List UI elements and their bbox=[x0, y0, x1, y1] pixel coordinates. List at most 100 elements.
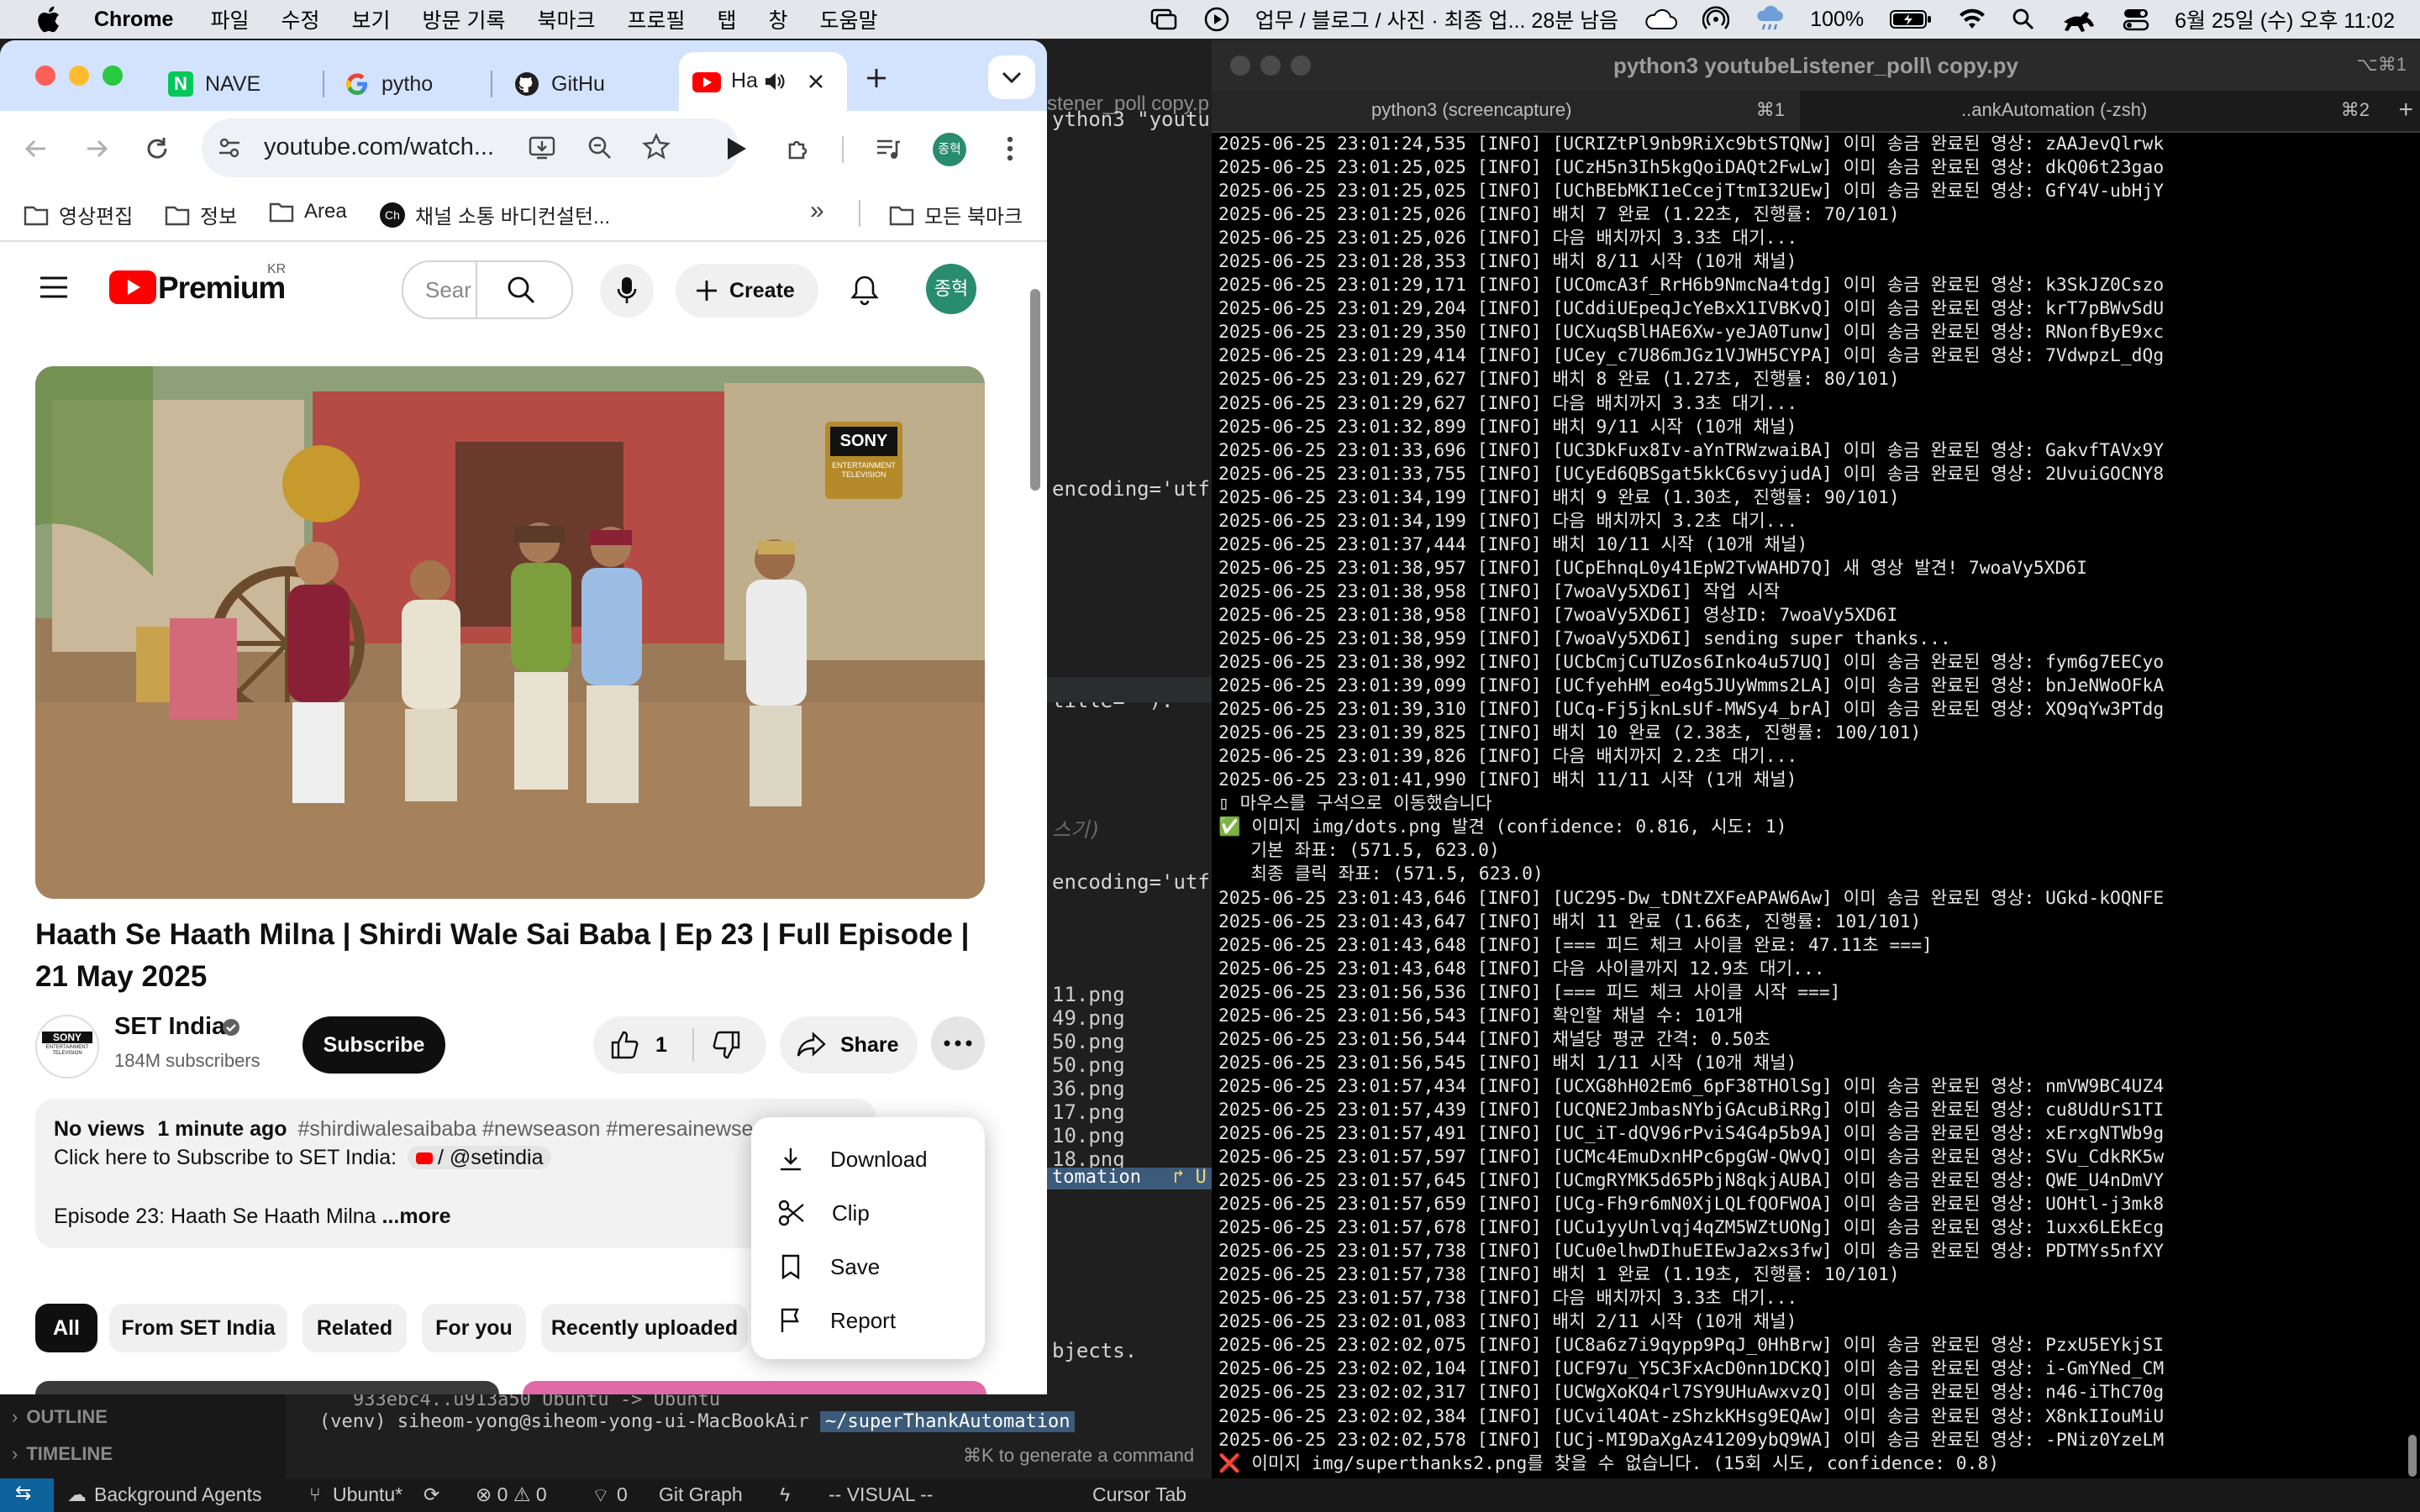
related-thumbnail-2[interactable] bbox=[523, 1381, 986, 1394]
video-description[interactable]: No views 1 minute ago #shirdiwalesaibaba… bbox=[35, 1099, 876, 1248]
tab-search-button[interactable] bbox=[988, 55, 1035, 99]
terminal-tab-1[interactable]: python3 (screencapture) ⌘1 bbox=[1212, 91, 1800, 131]
terminal-scrollbar[interactable] bbox=[2408, 1435, 2417, 1477]
menu-clip[interactable]: Clip bbox=[751, 1186, 985, 1240]
hashtags[interactable]: #shirdiwalesaibaba #newseason #meresaine… bbox=[297, 1117, 753, 1141]
site-settings-icon[interactable] bbox=[217, 135, 242, 160]
control-center-icon[interactable] bbox=[2123, 7, 2149, 32]
media-control-icon[interactable] bbox=[874, 134, 902, 163]
menu-view[interactable]: 보기 bbox=[352, 4, 391, 34]
more-vertical-icon[interactable] bbox=[1005, 134, 1015, 163]
menu-file[interactable]: 파일 bbox=[210, 4, 249, 34]
menu-download[interactable]: Download bbox=[751, 1132, 985, 1186]
bookmark-star-icon[interactable] bbox=[642, 133, 671, 161]
create-button[interactable]: Create bbox=[676, 264, 818, 318]
search-icon[interactable] bbox=[506, 275, 536, 305]
background-agents[interactable]: Background Agents bbox=[94, 1483, 261, 1506]
bookmark-channel[interactable]: Ch 채널 소통 바디컨설턴... bbox=[380, 200, 610, 229]
search-input[interactable]: Sear bbox=[425, 277, 471, 303]
chip-all[interactable]: All bbox=[35, 1304, 97, 1352]
calendar-event[interactable]: 업무 / 블로그 / 사진 · 최종 업... 28분 남음 bbox=[1255, 4, 1618, 34]
tab-google[interactable]: pytho bbox=[345, 57, 433, 111]
page-scrollbar[interactable] bbox=[1030, 289, 1040, 491]
youtube-logo-icon[interactable] bbox=[109, 270, 156, 304]
menubar-clock[interactable]: 6월 25일 (수) 오후 11:02 bbox=[2175, 4, 2395, 34]
menu-history[interactable]: 방문 기록 bbox=[423, 4, 506, 34]
menu-report[interactable]: Report bbox=[751, 1294, 985, 1347]
all-bookmarks-folder[interactable]: 모든 북마크 bbox=[889, 200, 1023, 229]
menu-bookmarks[interactable]: 북마크 bbox=[537, 4, 595, 34]
menu-app-name[interactable]: Chrome bbox=[94, 8, 173, 32]
tab-youtube-active[interactable]: Ha bbox=[679, 52, 847, 111]
more-bookmarks-icon[interactable]: » bbox=[810, 197, 824, 225]
menu-save[interactable]: Save bbox=[751, 1240, 985, 1294]
terminal-output[interactable]: 2025-06-25 23:01:24,535 [INFO] [UCRIZtPl… bbox=[1218, 133, 2412, 1478]
menu-edit[interactable]: 수정 bbox=[281, 4, 319, 34]
play-extension-icon[interactable] bbox=[723, 135, 750, 162]
screen-mirror-icon[interactable] bbox=[1150, 7, 1178, 32]
video-player[interactable]: SONY ENTERTAINMENT TELEVISION bbox=[35, 366, 985, 899]
chip-for-you[interactable]: For you bbox=[422, 1304, 526, 1352]
zoom-icon[interactable] bbox=[587, 134, 613, 161]
tab-github[interactable]: GitHu bbox=[514, 57, 605, 111]
bookmark-folder-3[interactable]: Area bbox=[269, 200, 347, 223]
outline-section[interactable]: › OUTLINE bbox=[12, 1406, 108, 1428]
more-actions-button[interactable] bbox=[931, 1016, 985, 1070]
menu-help[interactable]: 도움말 bbox=[820, 4, 878, 34]
profile-avatar[interactable]: 종혁 bbox=[933, 133, 966, 166]
window-close-button[interactable] bbox=[35, 66, 55, 86]
cloud-rain-icon[interactable] bbox=[1754, 6, 1785, 33]
menu-tab[interactable]: 탭 bbox=[718, 4, 737, 34]
menu-profiles[interactable]: 프로필 bbox=[627, 4, 685, 34]
subscribe-button[interactable]: Subscribe bbox=[302, 1016, 445, 1074]
thumbs-down-icon[interactable] bbox=[711, 1030, 741, 1060]
minimize-button[interactable] bbox=[1260, 55, 1281, 76]
show-more-link[interactable]: ...more bbox=[382, 1205, 451, 1228]
search-box[interactable]: Sear bbox=[402, 260, 573, 319]
bookmark-folder-2[interactable]: 정보 bbox=[165, 200, 237, 229]
wifi-icon[interactable] bbox=[1958, 8, 1986, 31]
battery-icon[interactable] bbox=[1889, 8, 1933, 30]
chip-related[interactable]: Related bbox=[302, 1304, 407, 1352]
extensions-icon[interactable] bbox=[785, 134, 813, 163]
notifications-bell-icon[interactable] bbox=[850, 274, 879, 306]
speaker-icon[interactable] bbox=[763, 71, 786, 92]
vscode-terminal-panel[interactable]: 933ebc4..u913a50 Ubuntu -> Ubuntu (venv)… bbox=[286, 1389, 1212, 1478]
window-zoom-button[interactable] bbox=[103, 66, 123, 86]
play-circle-icon[interactable] bbox=[1203, 6, 1230, 33]
terminal-tab-2[interactable]: ..ankAutomation (-zsh) ⌘2 bbox=[1802, 91, 2385, 131]
close-button[interactable] bbox=[1230, 55, 1250, 76]
airdrop-icon[interactable] bbox=[1702, 6, 1730, 33]
runcat-icon[interactable] bbox=[2060, 7, 2097, 32]
spotlight-search-icon[interactable] bbox=[2012, 8, 2035, 31]
forward-icon[interactable] bbox=[82, 134, 111, 163]
window-minimize-button[interactable] bbox=[69, 66, 89, 86]
close-tab-icon[interactable] bbox=[807, 72, 825, 91]
like-button[interactable]: 1 bbox=[593, 1016, 691, 1074]
cursor-tab[interactable]: Cursor Tab bbox=[1092, 1483, 1186, 1506]
problems-count[interactable]: ⊗ 0 ⚠ 0 bbox=[476, 1483, 547, 1506]
install-app-icon[interactable] bbox=[528, 134, 556, 162]
git-graph[interactable]: Git Graph bbox=[659, 1483, 743, 1506]
chip-recently-uploaded[interactable]: Recently uploaded bbox=[541, 1304, 748, 1352]
reload-icon[interactable] bbox=[143, 134, 171, 163]
git-branch[interactable]: Ubuntu* bbox=[333, 1483, 402, 1506]
menu-window[interactable]: 창 bbox=[769, 4, 788, 34]
back-icon[interactable] bbox=[22, 134, 50, 163]
zoom-button[interactable] bbox=[1291, 55, 1311, 76]
related-thumbnail-1[interactable] bbox=[35, 1381, 499, 1394]
address-bar[interactable]: youtube.com/watch... bbox=[202, 118, 739, 177]
weather-icon[interactable] bbox=[1644, 7, 1678, 32]
channel-avatar[interactable]: SONY ENTERTAINMENT TELEVISION bbox=[35, 1015, 99, 1079]
bookmark-folder-1[interactable]: 영상편집 bbox=[24, 200, 133, 229]
new-tab-icon[interactable]: + bbox=[2398, 96, 2413, 124]
share-button[interactable]: Share bbox=[780, 1016, 918, 1074]
channel-name[interactable]: SET India bbox=[114, 1013, 225, 1041]
youtube-avatar[interactable]: 종혁 bbox=[926, 264, 976, 314]
chip-from-channel[interactable]: From SET India bbox=[109, 1304, 287, 1352]
youtube-logo-text[interactable]: Premium bbox=[158, 270, 286, 306]
apple-icon[interactable] bbox=[34, 5, 62, 34]
new-tab-icon[interactable] bbox=[864, 66, 889, 91]
hamburger-menu-icon[interactable] bbox=[39, 276, 69, 299]
ports-count[interactable]: 0 bbox=[617, 1483, 628, 1506]
